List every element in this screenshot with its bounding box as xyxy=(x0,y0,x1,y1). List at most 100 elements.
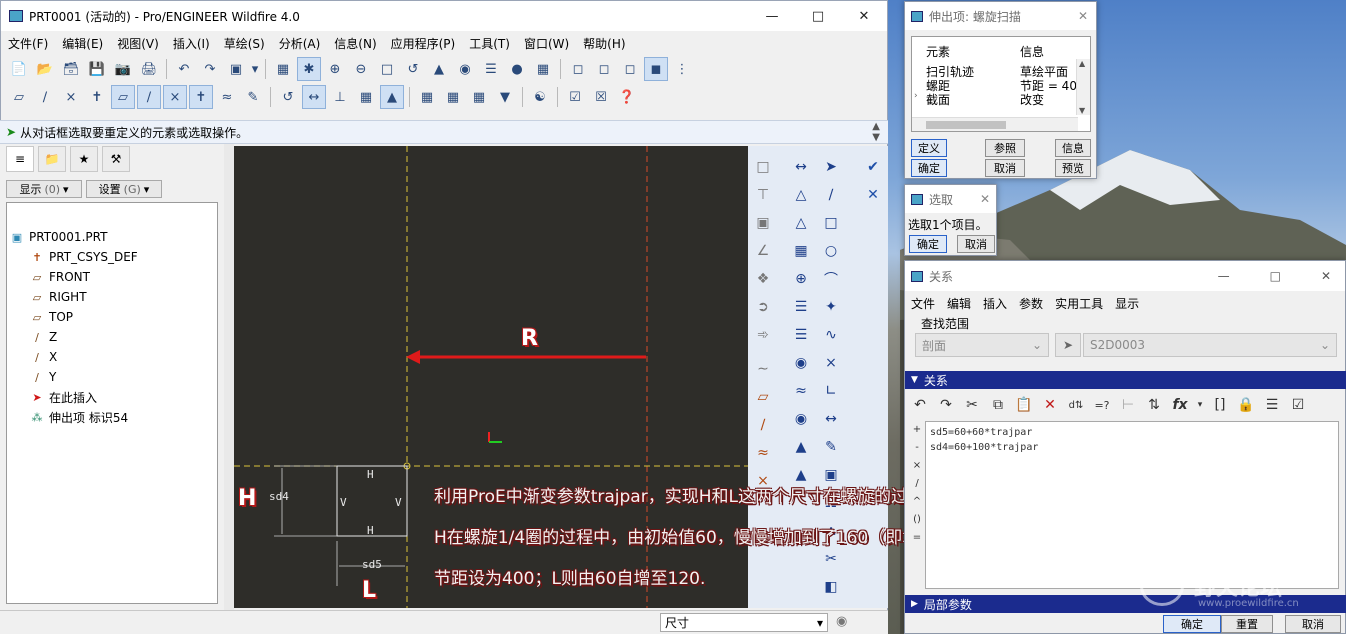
tree-item-front[interactable]: ▱ FRONT xyxy=(29,267,90,287)
hidden-line-icon[interactable]: ◻ xyxy=(592,57,616,81)
cancel-button[interactable]: 取消 xyxy=(985,159,1025,177)
folder-browser-tab-icon[interactable]: 📁 xyxy=(38,146,66,172)
delete-icon[interactable]: ✕ xyxy=(1039,397,1061,413)
tree-item-csys[interactable]: ✝ PRT_CSYS_DEF xyxy=(29,247,137,267)
axis-display-icon[interactable]: ∕ xyxy=(33,85,57,109)
menu-info[interactable]: 信息(N) xyxy=(327,35,383,52)
display-dropdown[interactable]: 显示 (0) ▾ xyxy=(6,180,82,198)
sketch-tool-1-icon[interactable]: □ xyxy=(752,156,774,178)
relations-cancel-button[interactable]: 取消 xyxy=(1285,615,1341,633)
chevron-down-icon[interactable]: ▾ xyxy=(1195,400,1205,410)
dimension-tool-6-icon[interactable]: ☰ xyxy=(790,296,812,318)
model-tree-tab-icon[interactable]: ≡ xyxy=(6,146,34,172)
reorient-icon[interactable]: ↺ xyxy=(401,57,425,81)
line-tool-icon[interactable]: ∕ xyxy=(820,184,842,206)
cancel-box-icon[interactable]: ☒ xyxy=(589,85,613,109)
sketch-filter-4-icon[interactable]: ▼ xyxy=(493,85,517,109)
insert-function-icon[interactable]: fx xyxy=(1169,397,1191,413)
expand-chevron-icon[interactable]: › xyxy=(914,91,918,101)
accept-checkmark-icon[interactable]: ✔ xyxy=(862,156,884,178)
plus-icon[interactable]: + xyxy=(909,421,925,439)
menu-insert[interactable]: 插入(I) xyxy=(166,35,217,52)
evaluate-icon[interactable]: =? xyxy=(1091,399,1113,412)
horizontal-scrollbar[interactable] xyxy=(912,117,1078,131)
arc-tool-icon[interactable]: ⌒ xyxy=(820,268,842,290)
zoom-out-icon[interactable]: ⊖ xyxy=(349,57,373,81)
constraints-tool-icon[interactable]: ▣ xyxy=(820,464,842,486)
sketch-tool-3-icon[interactable]: ▣ xyxy=(752,212,774,234)
tree-item-axis-z[interactable]: ∕ Z xyxy=(29,327,57,347)
relations-menu-display[interactable]: 显示 xyxy=(1109,295,1145,312)
select-arrow-icon[interactable]: ➤ xyxy=(820,156,842,178)
paren-icon[interactable]: () xyxy=(909,511,925,529)
sort-relations-icon[interactable]: ⇅ xyxy=(1143,397,1165,413)
tree-item-right[interactable]: ▱ RIGHT xyxy=(29,287,87,307)
vertex-display-icon[interactable]: ▲ xyxy=(380,85,404,109)
datum-axis-tool-icon[interactable]: ∕ xyxy=(752,414,774,436)
menu-applications[interactable]: 应用程序(P) xyxy=(384,35,463,52)
dimension-display-icon[interactable]: ↔ xyxy=(302,85,326,109)
show-list-icon[interactable]: ☰ xyxy=(1261,397,1283,413)
sketch-diagnostics-icon[interactable]: ☯ xyxy=(528,85,552,109)
message-scroll-icon[interactable]: ▲ ▼ xyxy=(872,121,880,143)
tree-item-protrusion[interactable]: ⁂ 伸出项 标识54 xyxy=(29,407,129,427)
relations-ok-button[interactable]: 确定 xyxy=(1163,615,1221,633)
sketch-filter-3-icon[interactable]: ▦ xyxy=(467,85,491,109)
close-icon[interactable]: ✕ xyxy=(980,192,990,206)
undo-icon[interactable]: ↶ xyxy=(909,397,931,413)
spin-center-icon[interactable]: ✱ xyxy=(297,57,321,81)
relations-menu-insert[interactable]: 插入 xyxy=(977,295,1013,312)
scroll-up-icon[interactable]: ▲ xyxy=(1079,59,1085,68)
menu-analysis[interactable]: 分析(A) xyxy=(272,35,328,52)
redo-icon[interactable]: ↷ xyxy=(935,397,957,413)
define-button[interactable]: 定义 xyxy=(911,139,947,157)
power-icon[interactable]: ^ xyxy=(909,493,925,511)
relations-section-header[interactable]: ▼ 关系 xyxy=(905,371,1346,389)
dimension-tool-icon[interactable]: ↔ xyxy=(790,156,812,178)
circle-tool-icon[interactable]: ○ xyxy=(820,240,842,262)
maximize-icon[interactable]: □ xyxy=(795,1,841,31)
rectangle-tool-icon[interactable]: □ xyxy=(820,212,842,234)
select-cancel-button[interactable]: 取消 xyxy=(957,235,995,253)
datum-display-icon[interactable]: ⋮ xyxy=(670,57,694,81)
dimension-normal-icon[interactable]: ↔ xyxy=(820,408,842,430)
tree-item-part[interactable]: ▣ PRT0001.PRT xyxy=(9,227,108,247)
switch-dimension-icon[interactable]: d⇅ xyxy=(1065,400,1087,411)
close-icon[interactable]: ✕ xyxy=(841,1,887,31)
multiply-icon[interactable]: × xyxy=(909,457,925,475)
plane-display-icon[interactable]: ▱ xyxy=(7,85,31,109)
equals-icon[interactable]: = xyxy=(909,529,925,547)
dimension-tool-7-icon[interactable]: ☰ xyxy=(790,324,812,346)
datum-curve-icon[interactable]: ≈ xyxy=(215,85,239,109)
context-help-icon[interactable]: ❓ xyxy=(615,85,639,109)
select-ok-button[interactable]: 确定 xyxy=(909,235,947,253)
dimension-tool-11-icon[interactable]: ▲ xyxy=(790,436,812,458)
datum-plane-tool-icon[interactable]: ▱ xyxy=(111,85,135,109)
layers-icon[interactable]: ☰ xyxy=(479,57,503,81)
wireframe-icon[interactable]: ◻ xyxy=(566,57,590,81)
dimension-tool-8-icon[interactable]: ◉ xyxy=(790,352,812,374)
paste-icon[interactable]: 📋 xyxy=(1013,397,1035,413)
cut-icon[interactable]: ✂ xyxy=(961,397,983,413)
scroll-thumb[interactable] xyxy=(926,121,1006,129)
fillet-tool-icon[interactable]: ✦ xyxy=(820,296,842,318)
scope-select[interactable]: 剖面 ⌄ xyxy=(915,333,1049,357)
appearance-icon[interactable]: ● xyxy=(505,57,529,81)
element-name[interactable]: 截面 xyxy=(926,91,950,108)
insert-parameter-icon[interactable]: [] xyxy=(1209,397,1231,413)
zoom-in-icon[interactable]: ⊕ xyxy=(323,57,347,81)
relation-line[interactable]: sd5=60+60*trajpar xyxy=(930,425,1334,440)
minimize-icon[interactable]: — xyxy=(749,1,795,31)
minus-icon[interactable]: - xyxy=(909,439,925,457)
connections-tab-icon[interactable]: ⚒ xyxy=(102,146,130,172)
maximize-icon[interactable]: □ xyxy=(1270,269,1281,283)
cancel-x-icon[interactable]: ✕ xyxy=(862,184,884,206)
menu-view[interactable]: 视图(V) xyxy=(110,35,166,52)
relations-menu-edit[interactable]: 编辑 xyxy=(941,295,977,312)
dimension-tool-12-icon[interactable]: ▲ xyxy=(790,464,812,486)
sketch-tool-icon[interactable]: ✎ xyxy=(241,85,265,109)
scroll-down-icon[interactable]: ▼ xyxy=(1079,106,1085,115)
accept-box-icon[interactable]: ☑ xyxy=(563,85,587,109)
new-file-icon[interactable]: 📄 xyxy=(7,57,31,81)
sketch-filter-2-icon[interactable]: ▦ xyxy=(441,85,465,109)
